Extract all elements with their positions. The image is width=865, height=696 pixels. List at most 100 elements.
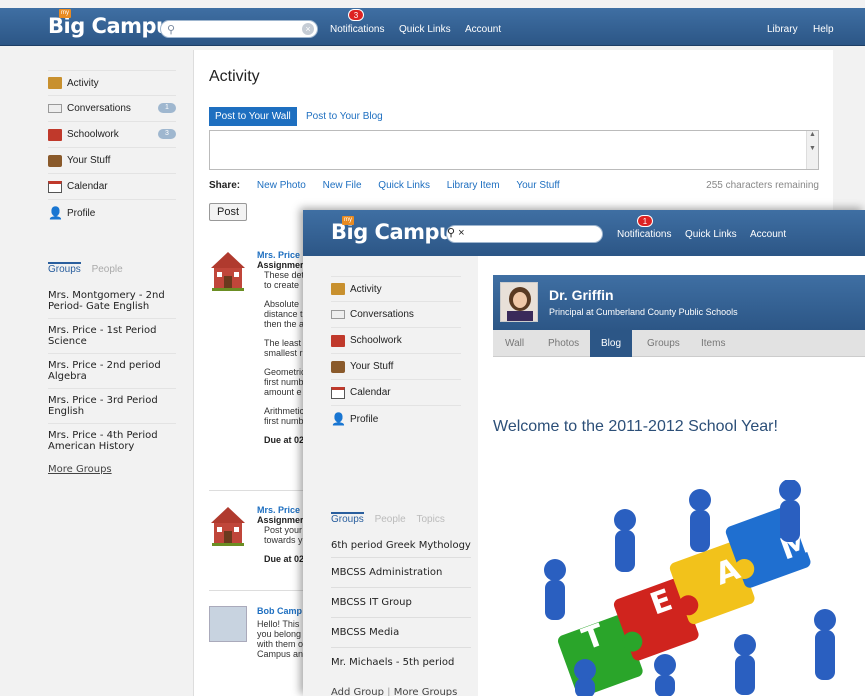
notifications-link[interactable]: Notifications — [330, 24, 384, 35]
notifications-link[interactable]: Notifications — [617, 229, 671, 240]
quick-links-link[interactable]: Quick Links — [399, 24, 451, 35]
sidebar-item-label: Conversations — [350, 309, 414, 320]
activity-icon — [48, 77, 62, 89]
quick-links-share-link[interactable]: Quick Links — [378, 180, 430, 191]
sidebar-item-label: Calendar — [350, 387, 391, 398]
group-item[interactable]: MBCSS Administration — [331, 558, 471, 588]
profile-name: Dr. Griffin — [549, 287, 614, 303]
group-item[interactable]: Mrs. Price - 3rd Period English — [48, 389, 176, 424]
search-input[interactable]: ⚲ × — [446, 225, 603, 243]
search-icon: ⚲ — [447, 227, 456, 239]
person-icon: 👤 — [48, 206, 63, 220]
quick-links-link[interactable]: Quick Links — [685, 229, 737, 240]
group-item[interactable]: MBCSS IT Group — [331, 588, 471, 618]
tab-blog[interactable]: Blog — [590, 330, 633, 357]
sidebar-item-your-stuff[interactable]: Your Stuff — [331, 354, 461, 380]
post-textarea[interactable]: ▲ ▼ — [209, 130, 819, 170]
more-groups-link[interactable]: More Groups — [48, 464, 176, 475]
sidebar-item-label: Activity — [350, 283, 382, 295]
group-item[interactable]: Mrs. Price - 2nd period Algebra — [48, 354, 176, 389]
divider — [209, 490, 304, 491]
textarea-scrollbar[interactable]: ▲ ▼ — [806, 131, 818, 169]
sidebar-item-label: Schoolwork — [67, 129, 119, 140]
help-link[interactable]: Help — [813, 24, 834, 35]
calendar-icon — [48, 180, 62, 193]
search-input[interactable]: ⚲ × — [160, 20, 318, 38]
schoolhouse-icon — [211, 507, 245, 546]
chars-remaining: 255 characters remaining — [706, 180, 819, 191]
tab-wall[interactable]: Wall — [505, 330, 524, 357]
group-item[interactable]: 6th period Greek Mythology — [331, 534, 471, 558]
sidebar-item-label: Calendar — [67, 181, 108, 192]
tab-groups[interactable]: Groups — [647, 330, 680, 357]
tab-people[interactable]: People — [375, 514, 406, 525]
briefcase-icon — [331, 360, 345, 373]
clear-search-icon[interactable]: × — [302, 23, 314, 35]
share-label: Share: — [209, 180, 241, 191]
group-item[interactable]: Mrs. Price - 1st Period Science — [48, 319, 176, 354]
tab-topics[interactable]: Topics — [417, 514, 445, 525]
top-nav-bar: Big Campus my ⚲ × Notifications 1 Quick … — [303, 210, 865, 256]
sidebar-item-label: Your Stuff — [67, 155, 111, 166]
tab-post-to-wall[interactable]: Post to Your Wall — [209, 107, 297, 126]
groups-list: Mrs. Montgomery - 2nd Period- Gate Engli… — [48, 284, 176, 475]
sidebar-item-label: Conversations — [67, 103, 131, 114]
logo-my-badge: my — [342, 216, 354, 225]
sidebar-item-schoolwork[interactable]: Schoolwork — [331, 328, 461, 354]
account-link[interactable]: Account — [750, 229, 786, 240]
add-group-link[interactable]: Add Group — [331, 687, 384, 696]
sidebar-item-calendar[interactable]: Calendar — [48, 174, 176, 200]
library-link[interactable]: Library — [767, 24, 798, 35]
briefcase-icon — [48, 154, 62, 167]
sidebar-item-your-stuff[interactable]: Your Stuff — [48, 148, 176, 174]
tab-photos[interactable]: Photos — [548, 330, 579, 357]
user-avatar — [209, 606, 247, 642]
schoolwork-icon — [48, 128, 62, 141]
post-button[interactable]: Post — [209, 203, 248, 221]
team-puzzle-image: T E A M — [544, 480, 836, 696]
sidebar-item-activity[interactable]: Activity — [48, 70, 176, 96]
tab-items[interactable]: Items — [701, 330, 725, 357]
account-link[interactable]: Account — [465, 24, 501, 35]
new-photo-link[interactable]: New Photo — [257, 180, 306, 191]
notifications-badge: 3 — [348, 9, 364, 21]
tab-groups[interactable]: Groups — [331, 512, 364, 525]
calendar-icon — [331, 386, 345, 399]
group-item[interactable]: Mr. Michaels - 5th period — [331, 648, 471, 677]
group-item[interactable]: Mrs. Price - 4th Period American History — [48, 424, 176, 458]
tab-people[interactable]: People — [92, 264, 123, 275]
sidebar-item-label: Profile — [67, 207, 96, 219]
groups-people-topics-tabs: Groups People Topics — [331, 512, 445, 525]
sidebar-list: Activity Conversations Schoolwork Your S… — [331, 276, 461, 432]
envelope-icon — [331, 310, 345, 319]
your-stuff-link[interactable]: Your Stuff — [516, 180, 559, 191]
sidebar-item-conversations[interactable]: Conversations — [331, 302, 461, 328]
group-item[interactable]: MBCSS Media — [331, 618, 471, 648]
group-item[interactable]: Mrs. Montgomery - 2nd Period- Gate Engli… — [48, 284, 176, 319]
sidebar-item-label: Profile — [350, 413, 379, 425]
new-file-link[interactable]: New File — [323, 180, 362, 191]
person-icon: 👤 — [331, 412, 346, 426]
tab-groups[interactable]: Groups — [48, 262, 81, 275]
sidebar-item-activity[interactable]: Activity — [331, 276, 461, 302]
clear-search-icon[interactable]: × — [458, 227, 464, 239]
tab-post-to-blog[interactable]: Post to Your Blog — [306, 111, 383, 122]
sidebar-item-schoolwork[interactable]: Schoolwork 3 — [48, 122, 176, 148]
profile-tabs: Wall Photos Blog Groups Items — [493, 330, 865, 357]
sidebar-item-profile[interactable]: 👤 Profile — [48, 200, 176, 226]
sidebar-nav: Activity Conversations Schoolwork Your S… — [303, 256, 478, 696]
profile-header: Dr. Griffin Principal at Cumberland Coun… — [493, 275, 865, 330]
avatar — [500, 282, 538, 322]
sidebar-item-label: Your Stuff — [350, 361, 394, 372]
sidebar-item-conversations[interactable]: Conversations 1 — [48, 96, 176, 122]
activity-icon — [331, 283, 345, 295]
sidebar-item-calendar[interactable]: Calendar — [331, 380, 461, 406]
schoolwork-count-badge: 3 — [158, 129, 176, 139]
sidebar-item-profile[interactable]: 👤 Profile — [331, 406, 461, 432]
library-item-link[interactable]: Library Item — [447, 180, 500, 191]
more-groups-link[interactable]: More Groups — [394, 687, 458, 696]
profile-role: Principal at Cumberland County Public Sc… — [549, 307, 738, 317]
profile-photo — [501, 283, 537, 321]
page-title: Activity — [209, 68, 260, 85]
schoolhouse-icon — [211, 252, 245, 291]
